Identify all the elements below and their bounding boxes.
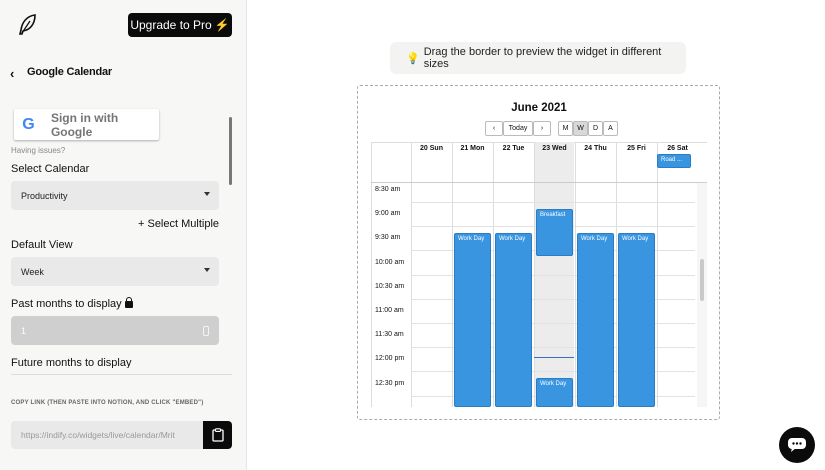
lock-icon <box>124 297 133 308</box>
all-day-event[interactable]: Road ... <box>657 154 691 168</box>
time-slot-label: 10:00 am <box>375 258 405 266</box>
time-slot-label: 10:30 am <box>375 282 405 290</box>
time-slot-label: 12:30 pm <box>375 379 405 387</box>
copy-link-label: COPY LINK (THEN PASTE INTO NOTION, AND C… <box>11 400 204 406</box>
resize-hint-text: Drag the border to preview the widget in… <box>423 46 662 70</box>
select-multiple-button[interactable]: + Select Multiple <box>138 218 219 230</box>
chat-button[interactable] <box>779 427 815 463</box>
day-header[interactable]: 23 Wed <box>534 142 575 156</box>
time-slot-label: 8:30 am <box>375 186 401 193</box>
past-months-input[interactable]: 1 <box>11 316 219 345</box>
widget-resize-frame[interactable]: June 2021 ‹ Today › M W D A 20 Sun 21 Mon… <box>357 85 720 420</box>
default-view-label: Default View <box>11 239 73 251</box>
widget-title: Google Calendar <box>27 66 113 78</box>
google-g-icon: G <box>22 115 35 133</box>
select-calendar-label: Select Calendar <box>11 163 90 175</box>
lightbulb-icon: 💡 <box>406 52 420 65</box>
chat-bubble-icon <box>788 438 806 452</box>
caret-down-icon <box>204 268 210 272</box>
time-slot-label: 11:00 am <box>375 307 404 314</box>
sidebar-scrollbar[interactable] <box>229 117 232 185</box>
day-header[interactable]: 22 Tue <box>493 142 534 156</box>
calendar-event[interactable]: Work Day <box>618 233 655 407</box>
future-months-label: Future months to display <box>11 357 132 368</box>
feather-logo-icon <box>18 14 36 35</box>
widget-link-field[interactable]: https://indify.co/widgets/live/calendar/… <box>11 421 205 449</box>
day-header[interactable]: 24 Thu <box>575 142 616 156</box>
time-slot-line <box>411 202 695 203</box>
day-header[interactable]: 25 Fri <box>616 142 657 156</box>
past-months-value: 1 <box>21 325 27 336</box>
calendar-widget: June 2021 ‹ Today › M W D A 20 Sun 21 Mon… <box>371 99 707 407</box>
time-slot-label: 9:00 am <box>375 210 401 218</box>
copy-link-button[interactable] <box>203 421 232 449</box>
all-day-divider <box>371 182 707 183</box>
google-signin-button[interactable]: G Sign in with Google <box>14 109 159 140</box>
calendar-event[interactable]: Work Day <box>536 378 573 407</box>
time-slot-label: 11:30 am <box>375 331 404 339</box>
view-week-button[interactable]: W <box>573 121 588 136</box>
lightning-icon: ⚡ <box>214 18 230 32</box>
past-months-label-text: Past months to display <box>11 298 122 310</box>
divider <box>11 374 232 375</box>
calendar-month-title: June 2021 <box>511 102 567 114</box>
calendar-scrollbar-thumb[interactable] <box>700 259 704 301</box>
stepper-icon[interactable] <box>203 326 209 336</box>
time-slot-label: 9:30 am <box>375 234 401 242</box>
resize-hint: 💡 Drag the border to preview the widget … <box>390 42 686 74</box>
current-time-indicator <box>534 357 574 358</box>
upgrade-label: Upgrade to Pro <box>130 18 212 32</box>
next-week-button[interactable]: › <box>533 121 551 136</box>
default-view-select[interactable]: Week <box>11 257 219 286</box>
having-issues-link[interactable]: Having issues? <box>11 146 65 155</box>
view-agenda-button[interactable]: A <box>603 121 618 136</box>
upgrade-to-pro-button[interactable]: Upgrade to Pro ⚡ <box>128 13 232 37</box>
past-months-label: Past months to display <box>11 297 133 310</box>
preview-area: 💡 Drag the border to preview the widget … <box>247 0 825 470</box>
day-header[interactable]: 20 Sun <box>411 142 452 156</box>
google-signin-label: Sign in with Google <box>50 110 119 139</box>
calendar-event[interactable]: Work Day <box>454 233 491 407</box>
calendar-select-value: Productivity <box>21 190 68 201</box>
back-chevron-icon[interactable]: ‹ <box>10 66 14 81</box>
calendar-event[interactable]: Breakfast <box>536 209 573 256</box>
caret-down-icon <box>204 192 210 196</box>
view-month-button[interactable]: M <box>558 121 573 136</box>
sidebar: Upgrade to Pro ⚡ ‹ Google Calendar G Sig… <box>0 0 247 470</box>
default-view-value: Week <box>21 266 44 277</box>
time-slot-label: 12:00 pm <box>375 355 405 363</box>
today-button[interactable]: Today <box>503 121 533 136</box>
calendar-event[interactable]: Work Day <box>495 233 532 407</box>
calendar-event[interactable]: Work Day <box>577 233 614 407</box>
calendar-select[interactable]: Productivity <box>11 181 219 210</box>
view-day-button[interactable]: D <box>588 121 603 136</box>
prev-week-button[interactable]: ‹ <box>485 121 503 136</box>
day-header[interactable]: 21 Mon <box>452 142 493 156</box>
clipboard-icon <box>211 428 224 442</box>
settings-scroll-area[interactable]: G Sign in with Google Having issues? Sel… <box>0 100 247 368</box>
